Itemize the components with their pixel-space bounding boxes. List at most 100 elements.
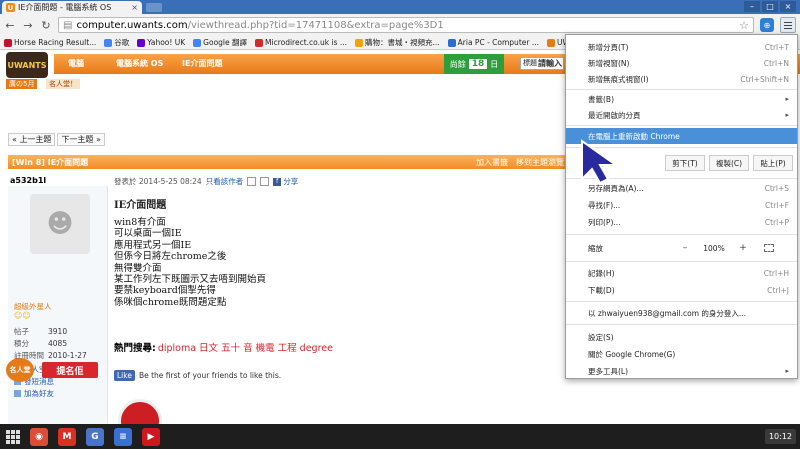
back-icon[interactable]: ← xyxy=(4,19,16,32)
post-author[interactable]: a532b1l xyxy=(10,176,46,185)
avatar[interactable]: ☻ xyxy=(30,194,90,254)
cut-button[interactable]: 剪下(T) xyxy=(665,155,705,171)
crumb-forum[interactable]: 電腦系統 OS xyxy=(116,58,163,69)
uwants-logo[interactable]: UWANTS xyxy=(6,52,48,78)
move-thread-link[interactable]: 移到主題瀏覽 xyxy=(516,157,564,168)
bookmark-favicon-icon xyxy=(4,38,12,47)
system-clock[interactable]: 10:12 xyxy=(764,429,796,444)
stat-points: 積分 4085 xyxy=(14,339,68,348)
forward-icon[interactable]: → xyxy=(22,19,34,32)
bookmark-label: 谷歌 xyxy=(114,38,130,47)
address-bar[interactable]: ▤ computer.uwants.com/viewthread.php?tid… xyxy=(58,17,754,33)
minimize-icon[interactable]: – xyxy=(744,1,760,12)
bookmark-item[interactable]: Yahoo! UK xyxy=(137,38,185,47)
facebook-like-button[interactable]: Like xyxy=(114,370,135,381)
next-thread-link[interactable]: 下一主題 » xyxy=(57,133,105,146)
submenu-arrow-icon: ▸ xyxy=(785,95,789,103)
post-body-line: win8有介面 xyxy=(114,217,166,228)
bookmark-item[interactable]: Horse Racing Result... xyxy=(4,38,96,47)
post-body-line: 應用程式另一個IE xyxy=(114,239,192,251)
bookmark-item[interactable]: 谷歌 xyxy=(104,37,129,48)
gplus-app-icon[interactable]: G xyxy=(86,427,104,446)
copy-button[interactable]: 複製(C) xyxy=(709,155,749,171)
post-date: 發表於 2014-5-25 08:24 xyxy=(114,177,202,186)
bookmark-label: Yahoo! UK xyxy=(147,38,186,47)
menu-recent-tabs[interactable]: 最近開啟的分頁 ▸ xyxy=(566,107,797,123)
menu-about-chrome[interactable]: 關於 Google Chrome(G) xyxy=(566,346,797,362)
nominate-button[interactable]: 提名佢 xyxy=(42,362,98,378)
bookmark-favicon-icon xyxy=(137,38,146,47)
fullscreen-icon[interactable] xyxy=(764,244,774,252)
like-text: Be the first of your friends to like thi… xyxy=(138,371,282,380)
menu-find[interactable]: 尋找(F)... Ctrl+F xyxy=(566,197,797,213)
youtube-app-icon[interactable]: ▶ xyxy=(142,427,160,446)
days-unit: 日 xyxy=(490,59,499,69)
hot-search-links[interactable]: diploma 日文 五十 音 機電 工程 degree xyxy=(158,343,333,354)
close-window-icon[interactable]: × xyxy=(780,1,796,12)
bookmark-item[interactable]: 購物：書城・視頻充... xyxy=(355,37,440,48)
menu-downloads[interactable]: 下載(D) Ctrl+J xyxy=(566,282,797,298)
tab-close-icon[interactable]: × xyxy=(131,3,138,12)
zoom-out-button[interactable]: – xyxy=(676,243,694,253)
hall-of-fame-icon[interactable]: 名人堂 xyxy=(6,358,34,382)
post-body-line: 某工作列左下既圖示又去唔到開始頁 xyxy=(114,274,267,286)
facebook-icon: f xyxy=(273,177,282,186)
maximize-icon[interactable]: □ xyxy=(762,1,778,12)
days-count: 18 xyxy=(468,59,488,69)
rank-stars-icon: ☺☺ xyxy=(14,311,31,320)
menu-new-window[interactable]: 新增視窗(N) Ctrl+N xyxy=(566,55,797,71)
facebook-like-row: Like Be the first of your friends to lik… xyxy=(114,370,281,381)
hot-search: 熱門搜尋: diploma 日文 五十 音 機電 工程 degree xyxy=(114,343,333,354)
menu-print[interactable]: 列印(P)... Ctrl+P xyxy=(566,214,797,230)
prev-thread-link[interactable]: « 上一主題 xyxy=(8,133,56,146)
post-body-line: 要禁keyboard個掣先得 xyxy=(114,285,216,297)
facebook-share[interactable]: f 分享 xyxy=(273,176,298,187)
chrome-menu-button[interactable] xyxy=(780,17,796,33)
bookmark-item[interactable]: Aria PC - Computer ... xyxy=(447,38,539,47)
menu-more-tools[interactable]: 更多工具(L) ▸ xyxy=(566,363,797,379)
zoom-in-button[interactable]: + xyxy=(734,243,752,253)
menu-incognito[interactable]: 新增無痕式視窗(I) Ctrl+Shift+N xyxy=(566,71,797,87)
mouse-pointer-icon xyxy=(581,139,620,185)
post-body-line: 可以桌面一個IE xyxy=(114,228,182,240)
menu-new-tab[interactable]: 新增分頁(T) Ctrl+T xyxy=(566,39,797,55)
menu-signin[interactable]: 以 zhwaiyuen938@gmail.com 的身分登入... xyxy=(566,305,797,321)
crumb-thread: IE介面問題 xyxy=(182,59,223,68)
app-launcher-icon[interactable] xyxy=(6,429,20,444)
bookmark-label: 購物：書城・視頻充... xyxy=(365,38,440,47)
chrome-app-icon[interactable]: ◉ xyxy=(30,427,48,446)
paste-button[interactable]: 貼上(P) xyxy=(753,155,793,171)
only-author-link[interactable]: 只看該作者 xyxy=(206,176,244,187)
menu-history[interactable]: 記錄(H) Ctrl+H xyxy=(566,265,797,281)
bookmark-label: Google 翻譯 xyxy=(203,38,248,47)
reload-icon[interactable]: ↻ xyxy=(40,19,52,32)
docs-app-icon[interactable]: ≡ xyxy=(114,427,132,446)
bookmark-thread-link[interactable]: 加入書籤 xyxy=(476,157,508,168)
tab-strip: U IE介面問題 - 電腦系統 OS × – □ × xyxy=(0,0,800,14)
menu-settings[interactable]: 設定(S) xyxy=(566,329,797,345)
search-input[interactable]: 請輸入 xyxy=(538,58,562,69)
print-icon[interactable] xyxy=(247,177,257,186)
browser-toolbar: ← → ↻ ▤ computer.uwants.com/viewthread.p… xyxy=(0,14,800,36)
bookmark-favicon-icon xyxy=(104,38,113,47)
hall-of-fame-badge[interactable]: 名人堂！ xyxy=(46,79,80,89)
bookmark-star-icon[interactable]: ☆ xyxy=(739,19,749,32)
month-badge[interactable]: 廣の5月 xyxy=(6,79,38,89)
bookmark-item[interactable]: Microdirect.co.uk is ... xyxy=(255,38,347,47)
new-tab-button[interactable] xyxy=(146,3,162,12)
browser-tab[interactable]: U IE介面問題 - 電腦系統 OS × xyxy=(2,1,142,14)
bookmark-favicon-icon xyxy=(255,38,264,47)
red-badge-icon xyxy=(118,399,162,424)
thread-pager: « 上一主題 下一主題 » xyxy=(8,133,105,146)
extension-icon[interactable]: ⊕ xyxy=(760,18,774,32)
report-icon[interactable] xyxy=(260,177,270,186)
stat-posts: 帖子 3910 xyxy=(14,327,68,336)
gmail-app-icon[interactable]: M xyxy=(58,427,76,446)
bookmark-item[interactable]: Google 翻譯 xyxy=(193,37,247,48)
menu-bookmarks[interactable]: 書籤(B) ▸ xyxy=(566,91,797,107)
add-friend-link[interactable]: 加為好友 xyxy=(14,388,54,399)
bookmark-label: Aria PC - Computer ... xyxy=(457,38,539,47)
crumb-home[interactable]: 電腦 xyxy=(68,58,84,69)
membership-days-badge: 尚餘 18 日 xyxy=(444,54,504,74)
zoom-label: 縮放 xyxy=(588,243,603,253)
